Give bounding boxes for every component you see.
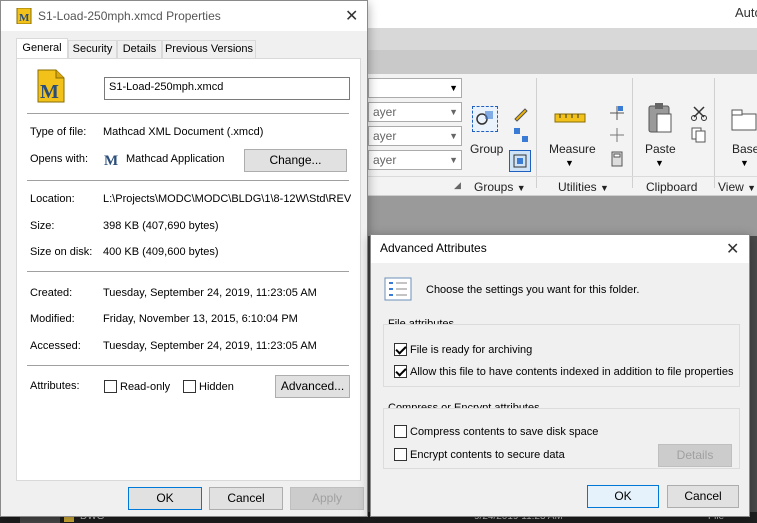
calculator-icon[interactable] xyxy=(608,150,626,168)
accessed-label: Accessed: xyxy=(30,340,81,352)
advanced-title: Advanced Attributes xyxy=(380,241,487,255)
layer-combo[interactable]: ayer ▼ xyxy=(368,126,462,146)
panel-utilities[interactable]: Utilities ▼ xyxy=(558,180,609,194)
modified-label: Modified: xyxy=(30,313,75,325)
tab-previous-versions[interactable]: Previous Versions xyxy=(162,40,256,59)
base-icon[interactable] xyxy=(730,106,757,134)
close-icon[interactable]: ✕ xyxy=(726,239,739,259)
location-value: L:\Projects\MODC\MODC\BLDG\1\8-12W\Std\R… xyxy=(103,193,351,205)
type-label: Type of file: xyxy=(30,126,87,138)
paste-icon[interactable] xyxy=(646,102,674,136)
encrypt-checkbox[interactable] xyxy=(394,448,407,461)
index-label: Allow this file to have contents indexed… xyxy=(410,366,734,378)
tab-details[interactable]: Details xyxy=(117,40,162,59)
size-on-disk-value: 400 KB (409,600 bytes) xyxy=(103,246,219,258)
readonly-checkbox[interactable] xyxy=(104,380,117,393)
advanced-button[interactable]: Advanced... xyxy=(275,375,350,398)
mathcad-file-icon: M xyxy=(16,7,32,25)
mathcad-app-icon: M xyxy=(104,152,120,169)
properties-ok-button[interactable]: OK xyxy=(128,487,202,510)
created-label: Created: xyxy=(30,287,73,299)
close-icon[interactable]: ✕ xyxy=(345,6,358,26)
mathcad-document-icon: M xyxy=(34,69,66,103)
chevron-down-icon: ▼ xyxy=(655,158,664,168)
advanced-intro: Choose the settings you want for this fo… xyxy=(426,284,640,296)
compress-label: Compress contents to save disk space xyxy=(410,426,599,438)
encrypt-label: Encrypt contents to secure data xyxy=(410,449,565,461)
archive-label: File is ready for archiving xyxy=(410,344,533,356)
panel-groups[interactable]: Groups ▼ xyxy=(474,180,526,194)
modified-value: Friday, November 13, 2015, 6:10:04 PM xyxy=(103,313,298,325)
chevron-down-icon: ▼ xyxy=(565,158,574,168)
index-checkbox[interactable] xyxy=(394,365,407,378)
advanced-ok-button[interactable]: OK xyxy=(587,485,659,508)
attributes-list-icon xyxy=(384,277,412,301)
chevron-down-icon: ▼ xyxy=(449,155,458,165)
chevron-down-icon: ▼ xyxy=(449,83,458,93)
copy-icon[interactable] xyxy=(690,126,708,144)
group-label: Group xyxy=(470,142,504,156)
group-bounding-icon[interactable] xyxy=(509,150,531,172)
panel-launcher-icon[interactable]: ◢ xyxy=(454,180,461,191)
readonly-label: Read-only xyxy=(120,381,171,393)
opens-with-value: Mathcad Application xyxy=(126,153,225,165)
measure-icon[interactable] xyxy=(554,108,586,128)
size-value: 398 KB (407,690 bytes) xyxy=(103,220,219,232)
change-button[interactable]: Change... xyxy=(244,149,347,172)
archive-checkbox[interactable] xyxy=(394,343,407,356)
compress-checkbox[interactable] xyxy=(394,425,407,438)
properties-cancel-button[interactable]: Cancel xyxy=(209,487,283,510)
advanced-cancel-button[interactable]: Cancel xyxy=(667,485,739,508)
advanced-titlebar: Advanced Attributes ✕ xyxy=(371,235,749,263)
svg-text:M: M xyxy=(104,153,118,167)
group-icon[interactable] xyxy=(472,106,498,132)
details-button[interactable]: Details xyxy=(658,444,732,467)
file-name-field[interactable]: S1-Load-250mph.xmcd xyxy=(104,77,350,100)
svg-text:M: M xyxy=(19,12,30,24)
type-value: Mathcad XML Document (.xmcd) xyxy=(103,126,264,138)
svg-text:M: M xyxy=(40,81,59,103)
background-app-title: Auto xyxy=(735,5,757,20)
location-label: Location: xyxy=(30,193,75,205)
chevron-down-icon: ▼ xyxy=(600,183,609,193)
group-edit-icon[interactable] xyxy=(512,104,530,122)
hidden-checkbox[interactable] xyxy=(183,380,196,393)
chevron-down-icon: ▼ xyxy=(740,158,749,168)
properties-titlebar: M S1-Load-250mph.xmcd Properties ✕ xyxy=(1,1,367,31)
opens-with-label: Opens with: xyxy=(30,153,89,165)
cut-icon[interactable] xyxy=(690,104,708,122)
properties-apply-button[interactable]: Apply xyxy=(290,487,364,510)
tab-security[interactable]: Security xyxy=(68,40,117,59)
background-ribbon: ayer ▼ ayer ▼ ayer ▼ ▼ Group Measure ▼ Past… xyxy=(368,74,757,196)
accessed-value: Tuesday, September 24, 2019, 11:23:05 AM xyxy=(103,340,317,352)
chevron-down-icon: ▼ xyxy=(747,183,757,193)
properties-title: S1-Load-250mph.xmcd Properties xyxy=(38,9,221,23)
attributes-label: Attributes: xyxy=(30,380,80,392)
panel-view[interactable]: View ▼ xyxy=(718,180,756,194)
measure-label: Measure xyxy=(549,142,596,156)
created-value: Tuesday, September 24, 2019, 11:23:05 AM xyxy=(103,287,317,299)
size-on-disk-label: Size on disk: xyxy=(30,246,93,258)
chevron-down-icon: ▼ xyxy=(449,107,458,117)
advanced-attributes-dialog: Advanced Attributes ✕ Choose the setting… xyxy=(370,234,750,517)
hidden-label: Hidden xyxy=(199,381,234,393)
properties-dialog: M S1-Load-250mph.xmcd Properties ✕ Gener… xyxy=(0,0,368,517)
tab-general[interactable]: General xyxy=(16,38,68,59)
point-id-icon[interactable] xyxy=(608,104,626,122)
layer-combo[interactable]: ayer ▼ xyxy=(368,102,462,122)
base-label: Base xyxy=(732,142,757,156)
paste-label: Paste xyxy=(645,142,676,156)
size-label: Size: xyxy=(30,220,55,232)
general-tab-panel: M S1-Load-250mph.xmcd Type of file: Math… xyxy=(16,58,361,481)
crosshair-icon[interactable] xyxy=(608,126,626,144)
chevron-down-icon: ▼ xyxy=(516,183,526,193)
panel-clipboard[interactable]: Clipboard xyxy=(646,180,697,194)
chevron-down-icon: ▼ xyxy=(449,131,458,141)
layer-combo[interactable]: ayer ▼ xyxy=(368,150,462,170)
group-select-icon[interactable] xyxy=(512,126,530,144)
ribbon-combo[interactable]: ▼ xyxy=(368,78,462,98)
